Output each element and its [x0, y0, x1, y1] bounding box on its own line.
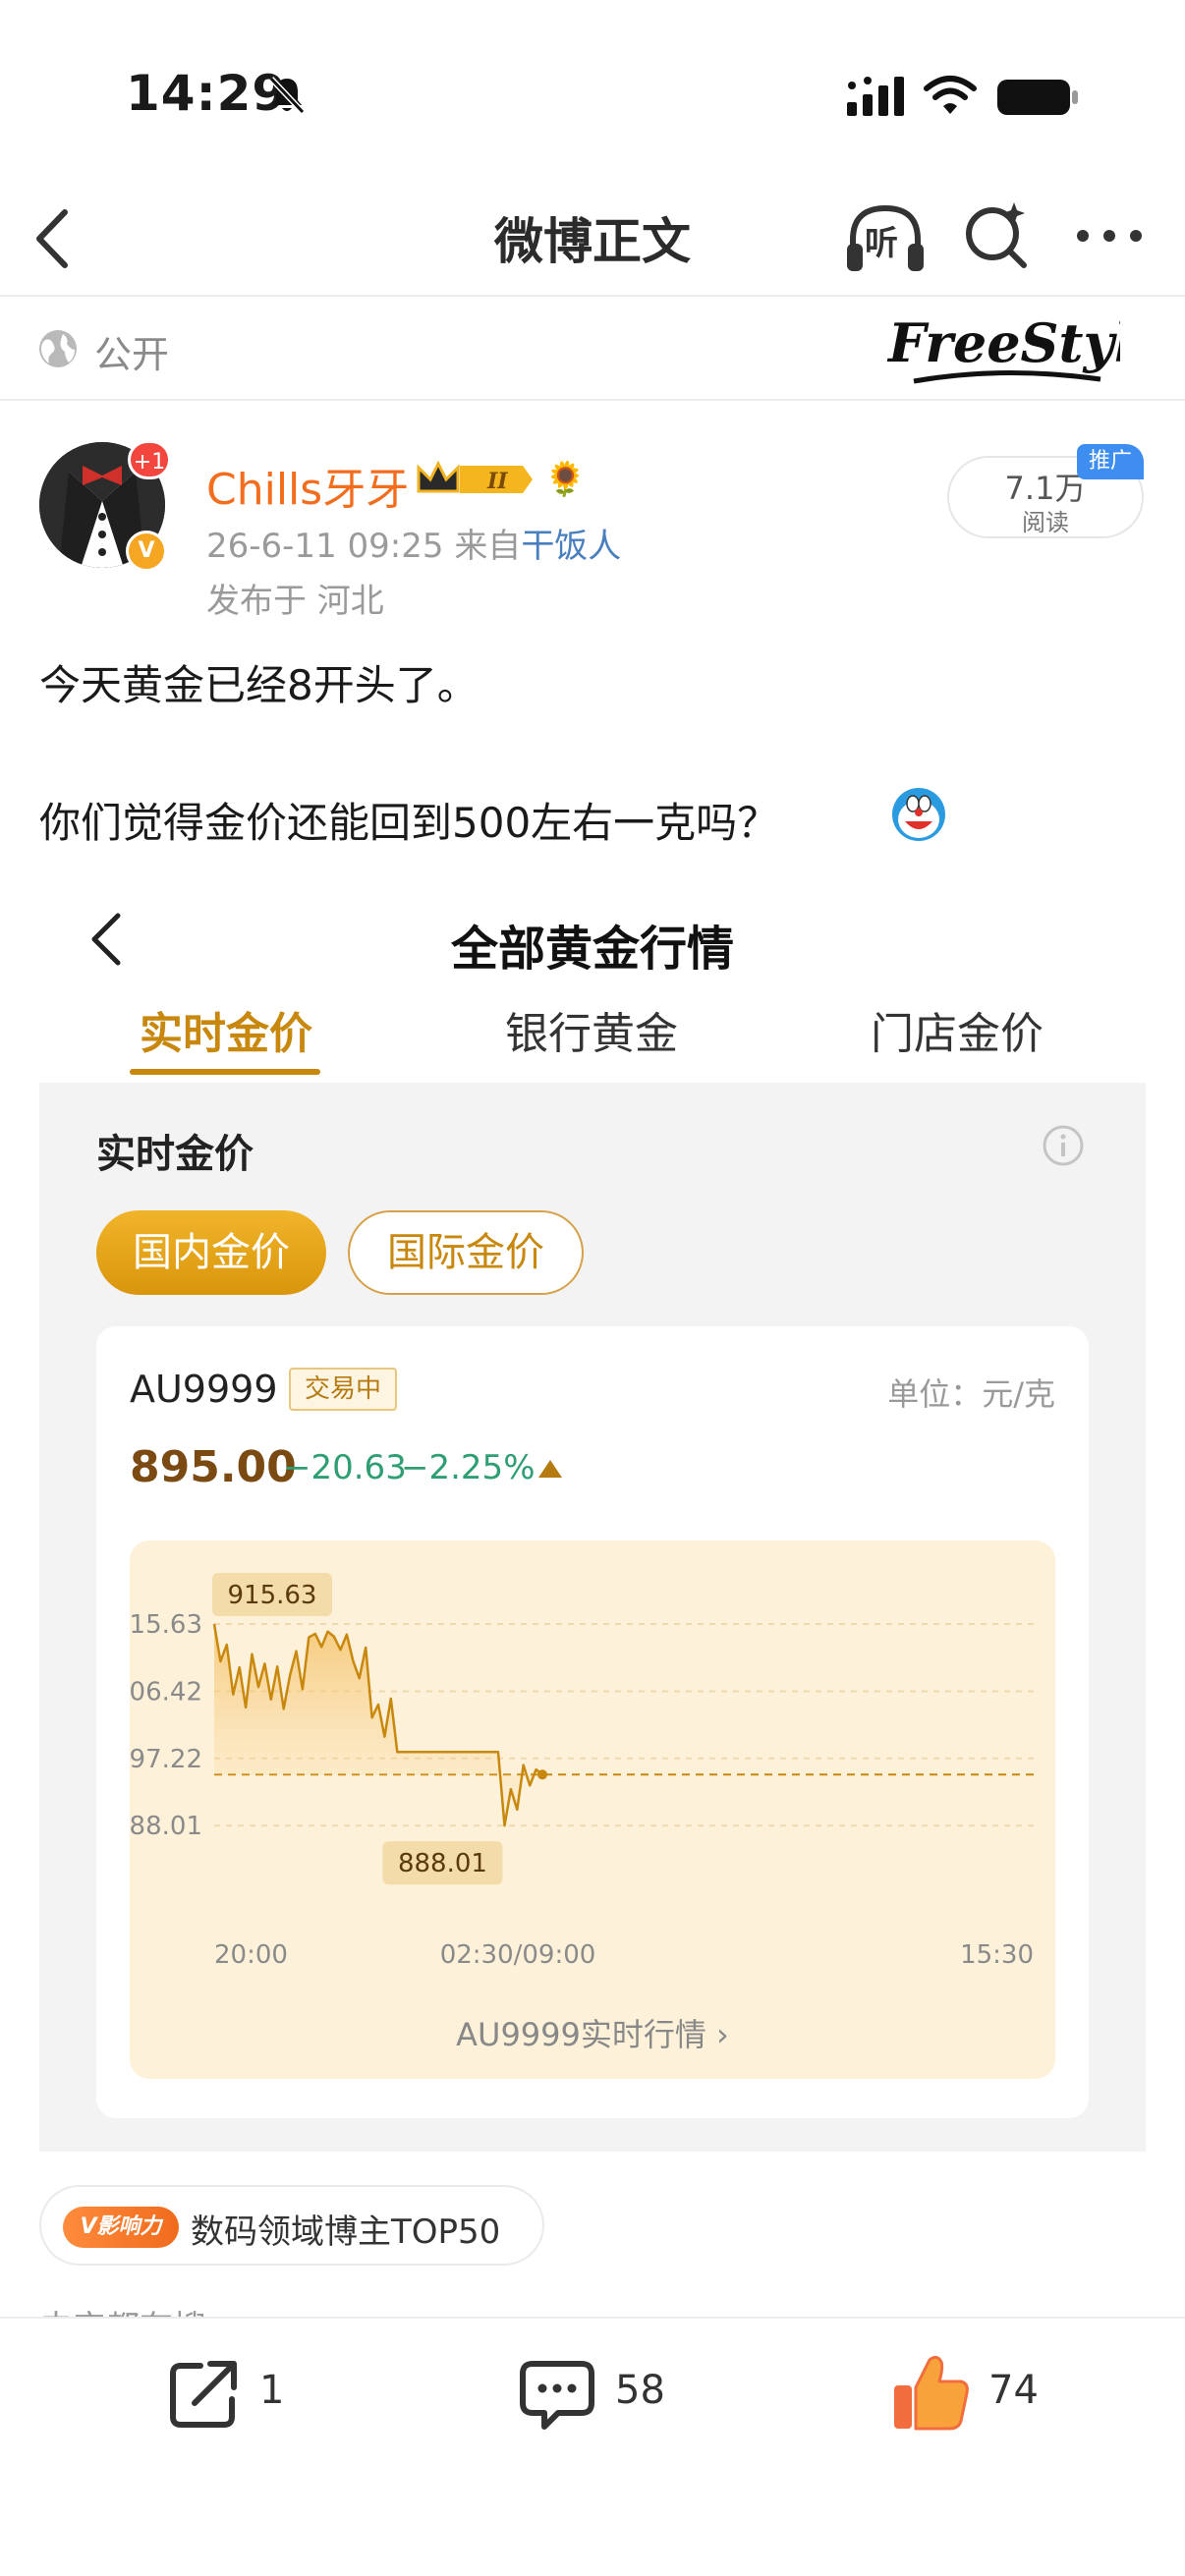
comment-icon[interactable] — [519, 2358, 595, 2431]
y-tick-label: 897.22 — [130, 1745, 202, 1774]
sunflower-icon: 🌻 — [544, 460, 587, 499]
influence-text: 数码领域博主TOP50 — [191, 2212, 501, 2252]
panel-title: 实时金价 — [96, 1132, 254, 1177]
y-tick-label: 915.63 — [130, 1610, 202, 1640]
embed-tab-realtime: 实时金价 — [140, 1009, 312, 1059]
post-location: 发布于 河北 — [206, 582, 384, 621]
partial-comment-text: 去实都有搜 — [39, 2301, 206, 2317]
promo-tag: 推广 — [1077, 444, 1144, 479]
gold-price: 895.00 — [130, 1442, 297, 1492]
low-label: 888.01 — [398, 1849, 487, 1878]
thumbs-up-icon[interactable] — [890, 2352, 971, 2433]
price-change-percent: −2.25% — [401, 1448, 536, 1487]
chart-detail-link: AU9999实时行情 › — [456, 2016, 729, 2053]
wifi-icon — [924, 76, 977, 114]
like-count[interactable]: 74 — [988, 2368, 1039, 2413]
price-unit: 单位：元/克 — [887, 1375, 1055, 1413]
verified-v-icon: V — [126, 531, 167, 572]
price-chart-svg: 915.63 906.42 897.22 888.01 915.63 888.01 20:0… — [130, 1573, 1034, 1970]
gold-symbol: AU9999 — [130, 1368, 278, 1411]
read-label: 阅读 — [1022, 509, 1069, 536]
y-tick-label: 906.42 — [130, 1677, 202, 1707]
price-chart: 915.63 906.42 897.22 888.01 915.63 888.01 20:0… — [130, 1540, 1055, 2079]
avatar-notification-badge: +1 — [128, 440, 171, 479]
x-tick-label: 20:00 — [214, 1940, 288, 1970]
action-bar: 1 58 74 — [0, 2317, 1185, 2576]
influence-badge: V影响力 — [63, 2207, 179, 2248]
embed-tab-bank: 银行黄金 — [505, 1009, 678, 1059]
x-tick-label: 02:30/09:00 — [440, 1940, 596, 1970]
embedded-gold-screenshot[interactable]: 全部黄金行情 实时金价 银行黄金 门店金价 实时金价 国内金价 国际金价 AU9… — [39, 865, 1146, 2152]
globe-icon — [39, 330, 77, 367]
battery-icon — [997, 80, 1078, 115]
comment-count[interactable]: 58 — [615, 2368, 665, 2413]
visibility-row: 公开 FreeStyle — [0, 297, 1185, 401]
vip-crown-badge-icon[interactable]: II — [417, 458, 535, 501]
freestyle-logo: FreeStyle — [886, 311, 1120, 384]
status-time: 14:29 — [126, 65, 288, 122]
embed-tab-store: 门店金价 — [871, 1009, 1044, 1059]
last-point — [537, 1769, 547, 1780]
ai-search-icon[interactable] — [963, 198, 1032, 273]
cellular-signal-icon — [847, 77, 904, 116]
listen-label[interactable]: 听 — [865, 216, 898, 264]
svg-text:FreeStyle: FreeStyle — [886, 311, 1120, 374]
post-text-line-1: 今天黄金已经8开头了。 — [39, 661, 479, 709]
y-tick-label: 888.01 — [130, 1812, 202, 1841]
source-prefix: 来自 — [454, 527, 522, 566]
price-change: −20.63 — [283, 1448, 407, 1487]
x-tick-label: 15:30 — [960, 1940, 1034, 1970]
pill-domestic: 国内金价 — [96, 1210, 326, 1295]
post-text-line-2: 你们觉得金价还能回到500左右一克吗？ — [39, 799, 779, 847]
status-bar: 14:29 — [0, 0, 1185, 187]
doraemon-emoji-icon — [892, 788, 945, 841]
more-icon[interactable] — [1075, 226, 1144, 246]
influence-pill[interactable]: V影响力 数码领域博主TOP50 — [39, 2185, 544, 2266]
high-label: 915.63 — [228, 1581, 317, 1610]
nav-bar: 微博正文 听 — [0, 187, 1185, 297]
svg-text:II: II — [486, 469, 508, 494]
author-name[interactable]: Chills牙牙 — [206, 454, 409, 517]
triangle-up-icon — [538, 1460, 562, 1478]
visibility-label: 公开 — [94, 333, 170, 376]
post-meta: 26-6-11 09:25 来自干饭人 — [206, 519, 621, 567]
series-area — [214, 1624, 542, 1826]
share-count[interactable]: 1 — [259, 2368, 284, 2413]
share-icon[interactable] — [167, 2356, 242, 2431]
embed-tab-underline — [130, 1069, 320, 1075]
embed-title: 全部黄金行情 — [450, 922, 734, 977]
info-icon — [1043, 1125, 1084, 1166]
bell-off-icon — [268, 76, 306, 115]
embed-panel: 实时金价 国内金价 国际金价 AU9999 交易中 单位：元/克 895.00 … — [39, 1083, 1146, 2152]
trading-status-badge: 交易中 — [289, 1368, 397, 1411]
post-source-link[interactable]: 干饭人 — [521, 527, 621, 566]
post-date: 26-6-11 09:25 — [206, 527, 444, 566]
price-card: AU9999 交易中 单位：元/克 895.00 −20.63 −2.25% 1… — [96, 1326, 1089, 2118]
pill-international: 国际金价 — [348, 1210, 584, 1295]
